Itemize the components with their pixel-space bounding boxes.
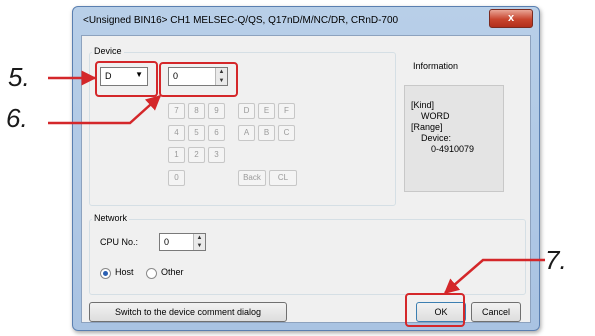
step-6-arrow — [48, 94, 162, 125]
callout-arrows — [48, 70, 545, 294]
step-7-arrow — [443, 258, 545, 294]
